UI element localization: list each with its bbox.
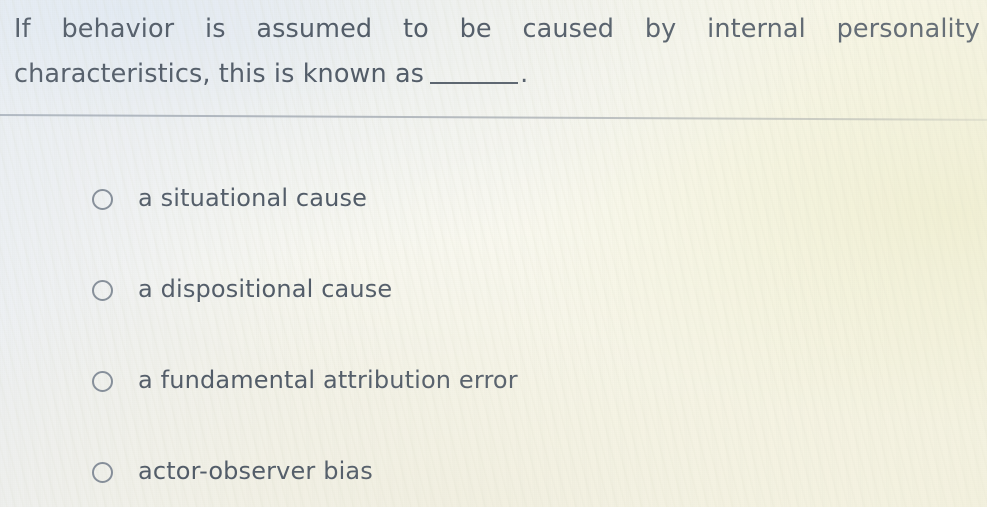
answer-option-4[interactable]: actor-observer bias [0, 425, 987, 507]
radio-unchecked-icon[interactable] [92, 370, 113, 392]
answer-option-1[interactable]: a situational cause [0, 152, 987, 243]
quiz-content: If behavior is assumed to be caused by i… [0, 0, 987, 507]
question-text: If behavior is assumed to be caused by i… [14, 7, 980, 97]
answer-option-4-label: actor-observer bias [138, 456, 373, 485]
answer-option-3[interactable]: a fundamental attribution error [0, 334, 987, 425]
answer-options-list: a situational cause a dispositional caus… [0, 152, 987, 507]
answer-option-1-label: a situational cause [138, 183, 368, 212]
quiz-screen-photo: If behavior is assumed to be caused by i… [0, 0, 987, 507]
radio-unchecked-icon[interactable] [92, 279, 113, 301]
radio-unchecked-icon[interactable] [92, 461, 113, 483]
answer-option-3-label: a fundamental attribution error [138, 365, 518, 394]
question-line-2-before-blank: characteristics, this is known as [14, 59, 425, 89]
answer-option-2[interactable]: a dispositional cause [0, 243, 987, 334]
radio-unchecked-icon[interactable] [92, 188, 113, 210]
answer-option-2-label: a dispositional cause [138, 274, 393, 303]
question-line-1: If behavior is assumed to be caused by i… [14, 14, 980, 44]
section-divider [0, 114, 987, 121]
question-line-2: characteristics, this is known as. [14, 52, 980, 97]
answer-blank-underline [430, 62, 519, 84]
question-line-2-after-blank: . [520, 59, 529, 89]
